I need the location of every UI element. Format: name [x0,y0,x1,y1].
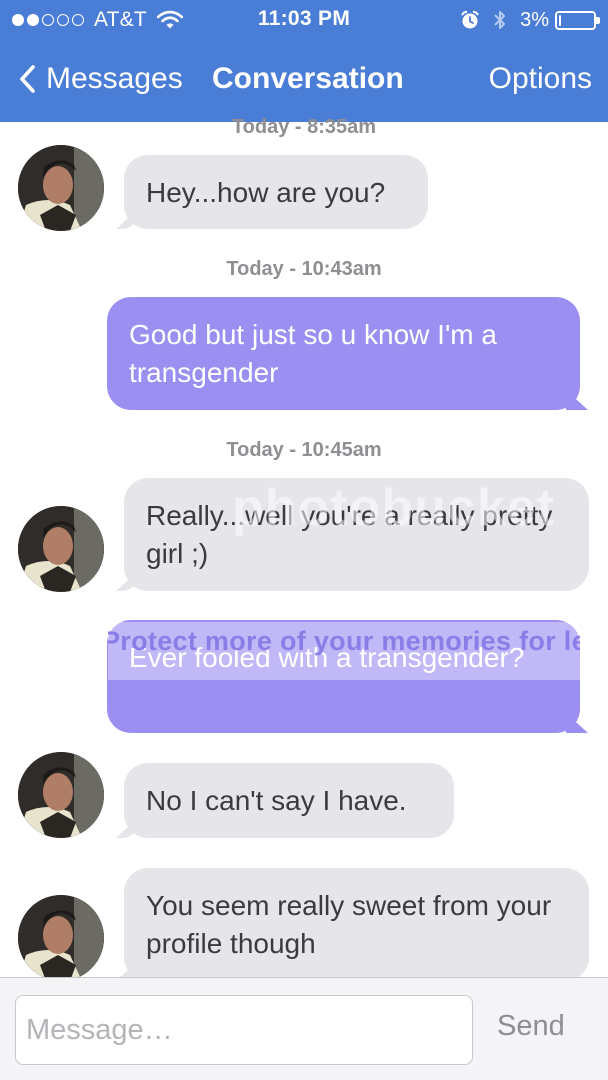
send-button[interactable]: Send [497,1010,565,1043]
timestamp: Today - 10:45am [226,439,382,461]
battery-label: 3% [520,8,549,31]
avatar[interactable] [18,145,104,231]
timestamp: Today - 8:35am [231,116,377,138]
timestamp: Today - 10:43am [226,258,382,280]
options-button[interactable]: Options [489,62,592,96]
bluetooth-icon [494,11,506,29]
battery-icon [555,10,600,30]
chevron-left-icon [20,65,35,93]
message-input[interactable] [15,995,473,1065]
avatar[interactable] [18,506,104,592]
status-right: 3% [460,7,600,33]
message-bubble-outgoing[interactable]: Good but just so u know I'm a transgende… [107,297,580,410]
page-title: Conversation [212,62,404,95]
message-bubble-incoming[interactable]: Really...well you're a really pretty gir… [124,478,589,591]
avatar[interactable] [18,895,104,981]
nav-bar: Messages Conversation Options [0,40,608,122]
status-bar: AT&T 11:03 PM 3% [0,0,608,40]
battery-fill [559,14,561,26]
header: AT&T 11:03 PM 3% Messages Conversation O… [0,0,608,122]
message-bubble-incoming[interactable]: Hey...how are you? [124,155,428,229]
message-bubble-incoming[interactable]: You seem really sweet from your profile … [124,868,589,981]
alarm-icon [461,10,479,29]
back-button[interactable]: Messages [18,62,183,96]
avatar[interactable] [18,752,104,838]
message-bubble-outgoing[interactable]: Ever fooled with a transgender? [107,620,580,733]
compose-bar: Send [0,977,608,1080]
message-bubble-incoming[interactable]: No I can't say I have. [124,763,454,838]
back-label: Messages [46,62,183,95]
